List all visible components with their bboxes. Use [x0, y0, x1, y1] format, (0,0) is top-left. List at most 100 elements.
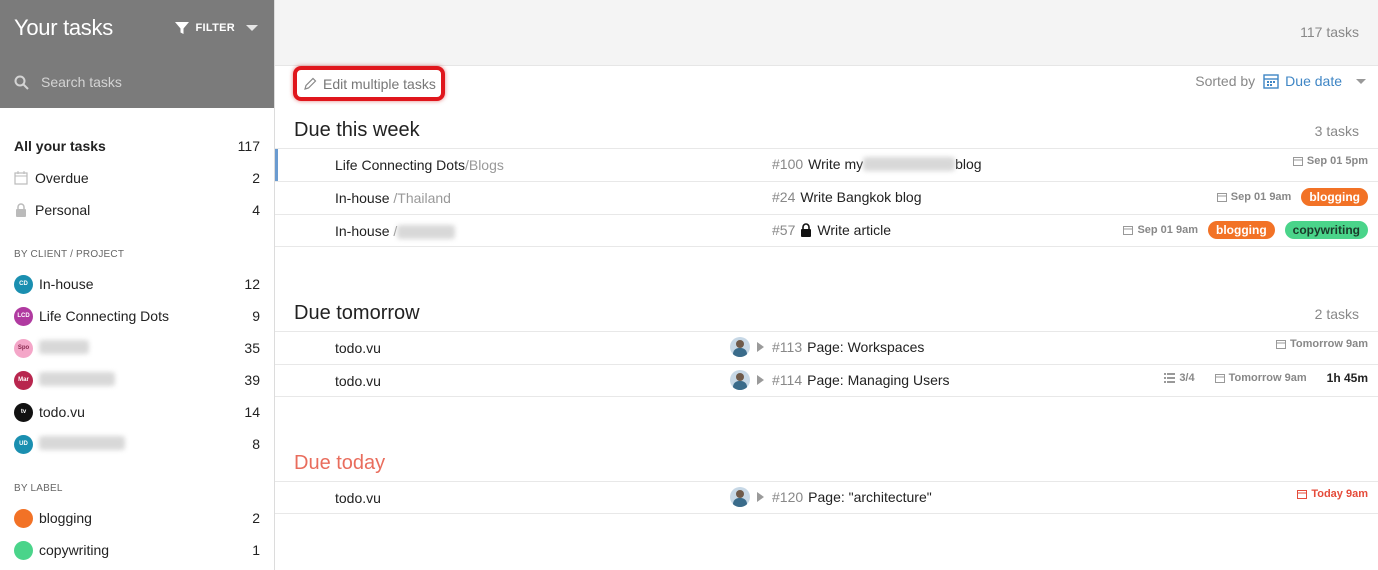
sidebar-title: Your tasks [14, 15, 113, 40]
group-task-count: 3 tasks [1314, 123, 1359, 139]
task-number: #113 [772, 339, 803, 355]
tag-blogging[interactable]: blogging [1208, 221, 1275, 239]
calendar-icon [1214, 374, 1225, 383]
sort-selector[interactable]: Sorted by Due date [1195, 73, 1366, 89]
task-number: #120 [772, 489, 804, 505]
sidebar-item-label: copywriting [39, 542, 110, 558]
client-avatar: UD [14, 434, 33, 454]
lock-icon [14, 203, 28, 217]
sidebar-item-client[interactable]: CD In-house 12 [14, 272, 260, 296]
task-title[interactable]: #57 Write article [772, 222, 891, 238]
play-icon[interactable] [757, 342, 764, 352]
calendar-icon [1216, 193, 1227, 202]
task-meta: Sep 01 5pm [1292, 155, 1368, 167]
calendar-icon [1263, 74, 1279, 89]
avatar [730, 337, 750, 357]
play-icon[interactable] [757, 492, 764, 502]
sidebar-item-count: 1 [252, 542, 260, 558]
task-row[interactable]: todo.vu #120 Page: "architecture" Today … [275, 481, 1378, 514]
group-title-due-tomorrow: Due tomorrow [294, 302, 420, 324]
task-number: #57 [772, 222, 796, 238]
redacted-text [863, 157, 956, 171]
toolbar: Edit multiple tasks Sorted by Due date [275, 66, 1378, 110]
sidebar-item-overdue[interactable]: Overdue 2 [14, 166, 260, 190]
avatar [730, 487, 750, 507]
sort-value: Due date [1285, 73, 1342, 89]
sidebar-item-all-tasks[interactable]: All your tasks 117 [14, 134, 260, 158]
task-meta: Sep 01 9am blogging [1216, 188, 1368, 206]
redacted-label [39, 371, 115, 386]
task-meta: Sep 01 9am blogging copywriting [1123, 221, 1368, 239]
play-icon[interactable] [757, 375, 764, 385]
redacted-label [39, 435, 125, 450]
sidebar-item-label: Life Connecting Dots [39, 308, 169, 324]
task-row[interactable]: todo.vu #113 Page: Workspaces Tomorrow 9… [275, 331, 1378, 364]
group-title-due-today: Due today [294, 452, 386, 474]
client-avatar: tv [14, 402, 33, 422]
sidebar-item-count: 12 [244, 276, 260, 292]
task-project: In-house /Thailand [335, 190, 451, 206]
redacted-label [39, 339, 89, 354]
due-date: Tomorrow 9am [1214, 372, 1307, 384]
filter-label: FILTER [195, 22, 235, 34]
checklist-icon [1164, 373, 1176, 383]
calendar-icon [1123, 226, 1134, 235]
due-date-text: Sep 01 9am [1230, 191, 1292, 203]
sidebar-item-label-copywriting[interactable]: copywriting 1 [14, 538, 260, 562]
project-name: todo.vu [335, 340, 381, 356]
task-row[interactable]: todo.vu #114 Page: Managing Users 3/4 To… [275, 364, 1378, 397]
task-title[interactable]: #113 Page: Workspaces [772, 339, 924, 355]
filter-button[interactable]: FILTER [174, 21, 258, 35]
task-meta: Tomorrow 9am [1275, 338, 1368, 350]
task-meta: Today 9am [1297, 488, 1368, 500]
sidebar-item-label: todo.vu [39, 404, 85, 420]
sidebar-item-client[interactable]: LCD Life Connecting Dots 9 [14, 304, 260, 328]
task-title[interactable]: #120 Page: "architecture" [772, 489, 932, 505]
sidebar-item-label [39, 371, 244, 389]
section-heading-labels: BY LABEL [14, 483, 63, 494]
task-title-text: Page: Managing Users [807, 372, 950, 388]
main-panel: 117 tasks Edit multiple tasks Sorted by … [275, 0, 1378, 570]
sidebar-header: Your tasks FILTER [0, 0, 274, 108]
section-heading-clients: BY CLIENT / PROJECT [14, 249, 125, 260]
task-row[interactable]: In-house /Thailand #24 Write Bangkok blo… [275, 181, 1378, 214]
edit-multiple-tasks-label: Edit multiple tasks [323, 75, 436, 92]
pencil-icon [304, 77, 317, 90]
sidebar-item-personal[interactable]: Personal 4 [14, 198, 260, 222]
task-title[interactable]: #100 Write my blog [772, 156, 982, 172]
assignee[interactable] [730, 487, 764, 507]
client-avatar: CD [14, 274, 33, 294]
redacted-text [397, 225, 456, 240]
project-subfolder: /Blogs [464, 157, 504, 173]
sidebar-item-client[interactable]: UD 8 [14, 432, 260, 456]
task-meta: 3/4 Tomorrow 9am 1h 45m [1164, 371, 1368, 385]
task-title[interactable]: #114 Page: Managing Users [772, 372, 950, 388]
sidebar-item-client[interactable]: tv todo.vu 14 [14, 400, 260, 424]
sidebar-item-client[interactable]: Spo 35 [14, 336, 260, 360]
task-row[interactable]: Life Connecting Dots/Blogs #100 Write my… [275, 148, 1378, 182]
search-input[interactable] [41, 74, 241, 90]
due-date-text: Sep 01 9am [1137, 224, 1198, 236]
chevron-down-icon [1356, 78, 1366, 84]
sidebar-item-label [39, 339, 244, 357]
lock-icon [801, 223, 812, 237]
project-subfolder: /Thailand [393, 190, 451, 206]
assignee[interactable] [730, 370, 764, 390]
task-title[interactable]: #24 Write Bangkok blog [772, 189, 922, 205]
task-row[interactable]: In-house / #57 Write article Sep 01 9am … [275, 214, 1378, 247]
task-title-text: Page: "architecture" [808, 489, 932, 505]
search-box[interactable] [14, 68, 259, 96]
sidebar-item-label-blogging[interactable]: blogging 2 [14, 506, 260, 530]
tag-copywriting[interactable]: copywriting [1284, 221, 1368, 239]
project-name: todo.vu [335, 490, 381, 506]
edit-multiple-tasks-button[interactable]: Edit multiple tasks [293, 66, 445, 101]
assignee[interactable] [730, 337, 764, 357]
filter-icon [174, 22, 189, 34]
due-date: Tomorrow 9am [1275, 338, 1368, 350]
tag-blogging[interactable]: blogging [1301, 188, 1368, 206]
sidebar-item-label: blogging [39, 510, 92, 526]
sidebar-item-label [39, 435, 252, 453]
chevron-down-icon [246, 25, 258, 31]
sidebar-item-client[interactable]: Mar 39 [14, 368, 260, 392]
sidebar-item-count: 35 [244, 340, 260, 356]
